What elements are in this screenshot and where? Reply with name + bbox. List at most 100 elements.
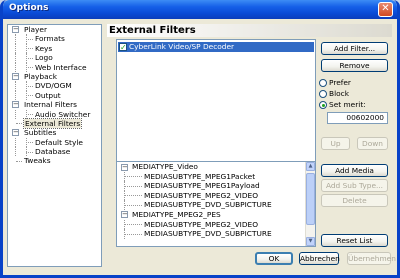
media-type-row[interactable]: MEDIASUBTYPE_MPEG2_VIDEO	[117, 190, 315, 201]
tree-connector	[26, 95, 33, 97]
scroll-down-icon: ▼	[308, 238, 313, 244]
down-button[interactable]: Down	[357, 137, 388, 150]
media-type-rows: − MEDIATYPE_Video MEDIASUBTYPE_MPEG1Packet…	[117, 162, 315, 239]
tree-connector	[26, 142, 33, 144]
merit-input[interactable]: 00602000	[327, 112, 388, 124]
tree-connector	[125, 204, 142, 206]
tree-item[interactable]: Formats	[8, 34, 101, 44]
media-type-row[interactable]: MEDIASUBTYPE_MPEG1Packet	[117, 171, 315, 182]
tree-item[interactable]: Keys	[8, 43, 101, 54]
add-media-type-button[interactable]: Add Media Type...	[321, 164, 388, 186]
tree-item[interactable]: DVD/OGM	[8, 81, 101, 91]
tree-item-label: Subtitles	[24, 128, 57, 138]
tree-expander-icon[interactable]: −	[12, 129, 19, 137]
media-type-label: MEDIASUBTYPE_MPEG1Packet	[144, 171, 256, 181]
radio-block-label: Block	[329, 89, 349, 98]
tree-item-label: Formats	[35, 34, 65, 44]
radio-set-merit-label: Set merit:	[329, 100, 366, 109]
close-button[interactable]: ✕	[378, 2, 393, 17]
add-filter-button[interactable]: Add Filter...	[321, 42, 388, 55]
tree-connector	[26, 67, 33, 69]
ok-button[interactable]: OK	[255, 252, 293, 265]
options-tree[interactable]: − Player Formats Keys Logo Web Interface − Play…	[7, 24, 102, 267]
media-type-row[interactable]: MEDIASUBTYPE_DVD_SUBPICTURE	[117, 200, 315, 210]
tree-connector	[16, 123, 22, 125]
media-type-list[interactable]: − MEDIATYPE_Video MEDIASUBTYPE_MPEG1Packet…	[116, 161, 316, 247]
tree-connector	[125, 224, 142, 226]
radio-block-indicator[interactable]	[319, 90, 327, 98]
cancel-button[interactable]: Abbrechen	[299, 252, 340, 265]
radio-prefer-indicator[interactable]	[319, 79, 327, 87]
tree-expander-icon[interactable]: −	[12, 72, 19, 80]
media-type-label: MEDIASUBTYPE_DVD_SUBPICTURE	[144, 229, 272, 239]
tree-connector	[15, 43, 16, 54]
tree-item[interactable]: − Playback	[8, 72, 101, 81]
reset-list-button[interactable]: Reset List	[321, 234, 388, 247]
tree-connector	[125, 185, 142, 187]
window-title: Options	[9, 3, 49, 13]
media-scrollbar[interactable]: ▲ ▼	[305, 162, 315, 246]
scroll-thumb[interactable]	[306, 173, 315, 225]
media-expander-icon[interactable]: −	[121, 163, 128, 171]
media-type-row[interactable]: − MEDIATYPE_Video	[117, 162, 315, 172]
page-title: External Filters	[107, 24, 392, 37]
tree-item-label: Default Style	[35, 137, 83, 147]
tree-connector	[125, 176, 142, 178]
media-type-label: MEDIASUBTYPE_MPEG1Payload	[144, 181, 260, 191]
radio-prefer-label: Prefer	[329, 78, 351, 87]
radio-set-merit-indicator[interactable]	[319, 101, 327, 109]
tree-connector	[125, 195, 142, 197]
tree-item[interactable]: Logo	[8, 53, 101, 63]
tree-item[interactable]: − Player	[8, 25, 101, 34]
tree-item[interactable]: External Filters	[8, 117, 101, 129]
radio-block[interactable]: Block	[319, 89, 349, 99]
tree-connector	[15, 90, 16, 101]
tree-connector	[15, 81, 16, 91]
tree-item-label: Tweaks	[24, 156, 51, 166]
dialog-content: − Player Formats Keys Logo Web Interface − Play…	[3, 19, 397, 275]
remove-button[interactable]: Remove	[321, 59, 388, 72]
tree-connector	[26, 57, 33, 59]
media-type-row[interactable]: − MEDIATYPE_MPEG2_PES	[117, 210, 315, 220]
tree-connector	[26, 48, 33, 50]
tree-item-label: Audio Switcher	[35, 109, 91, 119]
tree-item[interactable]: Output	[8, 90, 101, 101]
tree-connector	[15, 62, 16, 72]
scroll-down-button[interactable]: ▼	[306, 237, 315, 246]
tree-item[interactable]: Default Style	[8, 137, 101, 148]
tree-connector	[15, 147, 16, 157]
tree-item-label: DVD/OGM	[35, 81, 72, 91]
tree-item[interactable]: Web Interface	[8, 62, 101, 72]
tree-item[interactable]: Audio Switcher	[8, 109, 101, 119]
tree-item[interactable]: Tweaks	[8, 156, 101, 165]
radio-set-merit[interactable]: Set merit:	[319, 100, 366, 110]
up-button[interactable]: Up	[321, 137, 350, 150]
tree-connector	[26, 85, 33, 87]
tree-item[interactable]: Database	[8, 147, 101, 157]
tree-item-label: Output	[35, 90, 61, 100]
tree-connector	[15, 53, 16, 63]
media-type-row[interactable]: MEDIASUBTYPE_DVD_SUBPICTURE	[117, 229, 315, 239]
filter-list[interactable]: ✓ CyberLink Video/SP Decoder	[116, 39, 316, 165]
media-type-row[interactable]: MEDIASUBTYPE_MPEG1Payload	[117, 181, 315, 191]
scroll-up-button[interactable]: ▲	[306, 162, 315, 171]
filter-checkbox[interactable]: ✓	[119, 43, 127, 52]
tree-item-label: External Filters	[22, 117, 83, 129]
media-type-label: MEDIASUBTYPE_DVD_SUBPICTURE	[144, 200, 272, 210]
tree-item[interactable]: − Internal Filters	[8, 100, 101, 109]
tree-connector	[26, 38, 33, 40]
filter-item-label: CyberLink Video/SP Decoder	[129, 42, 235, 51]
media-type-label: MEDIASUBTYPE_MPEG2_VIDEO	[144, 190, 259, 200]
radio-prefer[interactable]: Prefer	[319, 78, 351, 88]
tree-expander-icon[interactable]: −	[12, 101, 19, 109]
media-type-label: MEDIASUBTYPE_MPEG2_VIDEO	[144, 219, 259, 229]
media-expander-icon[interactable]: −	[121, 211, 128, 219]
tree-expander-icon[interactable]: −	[12, 26, 19, 33]
title-bar[interactable]: Options ✕	[3, 0, 397, 19]
delete-button[interactable]: Delete	[321, 194, 388, 207]
filter-item-cyberlink[interactable]: ✓ CyberLink Video/SP Decoder	[118, 42, 314, 52]
media-type-row[interactable]: MEDIASUBTYPE_MPEG2_VIDEO	[117, 219, 315, 230]
add-sub-type-button[interactable]: Add Sub Type...	[321, 179, 388, 192]
apply-button[interactable]: Übernehmen	[347, 252, 396, 265]
tree-item[interactable]: − Subtitles	[8, 128, 101, 137]
